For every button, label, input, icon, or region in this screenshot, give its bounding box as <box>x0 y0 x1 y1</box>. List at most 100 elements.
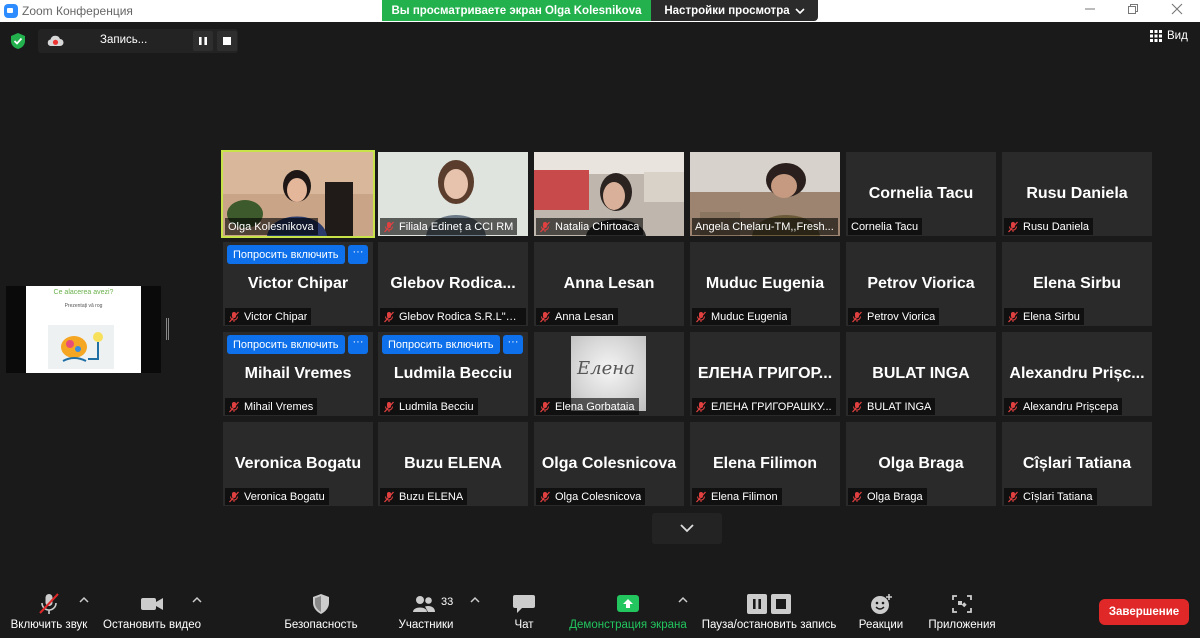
participant-tile-angela-chelaru[interactable]: Angela Chelaru-TM,,Fresh... <box>690 152 840 236</box>
chevron-down-icon <box>680 524 694 533</box>
participant-name: Muduc Eugenia <box>711 310 788 323</box>
shared-screen-thumbnail[interactable]: Ce alacerea avezi? Prezentați vă rog <box>6 286 161 373</box>
participants-icon <box>413 596 435 612</box>
chevron-down-icon <box>795 7 805 14</box>
participant-tile-veronica-bogatu[interactable]: Veronica Bogatu Veronica Bogatu <box>223 422 373 506</box>
participant-tile-elena-filimon[interactable]: Elena Filimon Elena Filimon <box>690 422 840 506</box>
participant-name-tag: Anna Lesan <box>536 308 618 325</box>
participant-name-tag: Angela Chelaru-TM,,Fresh... <box>692 218 838 235</box>
share-banner: Вы просматриваете экран Olga Kolesnikova… <box>382 0 818 21</box>
cloud-record-icon <box>47 35 64 46</box>
participant-tile-anna-lesan[interactable]: Anna Lesan Anna Lesan <box>534 242 684 326</box>
participant-tile-olga-colesnicova[interactable]: Olga Colesnicova Olga Colesnicova <box>534 422 684 506</box>
audio-options-caret-icon[interactable] <box>79 596 89 604</box>
participant-name-tag: Olga Braga <box>848 488 927 505</box>
share-screen-icon <box>617 595 639 612</box>
apps-button[interactable]: Приложения <box>922 585 1002 638</box>
more-options-button[interactable]: ··· <box>348 245 368 264</box>
muted-mic-icon <box>696 311 706 322</box>
participant-tile-petrov-viorica[interactable]: Petrov Viorica Petrov Viorica <box>846 242 996 326</box>
encryption-shield-icon[interactable] <box>10 32 26 50</box>
participant-name-tag: Olga Kolesnikova <box>225 218 318 235</box>
participant-name-tag: Elena Filimon <box>692 488 782 505</box>
restore-icon[interactable] <box>1118 1 1148 21</box>
participant-name-tag: ЕЛЕНА ГРИГОРАШКУ... <box>692 398 836 415</box>
meeting-toolbar: Включить звук Остановить видео Безопасно… <box>0 585 1200 638</box>
pause-stop-icon <box>747 594 791 614</box>
participants-count: 33 <box>441 596 454 608</box>
pause-recording-button[interactable] <box>193 31 213 51</box>
minimize-icon[interactable] <box>1075 1 1105 21</box>
participant-tile-muduc-eugenia[interactable]: Muduc Eugenia Muduc Eugenia <box>690 242 840 326</box>
participant-name-tag: Cornelia Tacu <box>848 218 923 235</box>
muted-mic-icon <box>384 221 394 232</box>
participant-name-tag: Muduc Eugenia <box>692 308 792 325</box>
muted-mic-icon <box>852 491 862 502</box>
participant-tile-elena-grigorashku[interactable]: ЕЛЕНА ГРИГОР... ЕЛЕНА ГРИГОРАШКУ... <box>690 332 840 416</box>
apps-icon <box>952 595 972 613</box>
pause-icon <box>199 37 207 45</box>
ask-to-unmute-button[interactable]: Попросить включить <box>227 335 345 354</box>
reactions-button[interactable]: Реакции <box>854 585 908 638</box>
ask-to-unmute-button[interactable]: Попросить включить <box>382 335 500 354</box>
more-options-button[interactable]: ··· <box>348 335 368 354</box>
unmute-button[interactable]: Включить звук <box>4 585 94 638</box>
participant-tile-natalia-chirtoaca[interactable]: Natalia Chirtoaca <box>534 152 684 236</box>
video-options-caret-icon[interactable] <box>192 596 202 604</box>
resize-handle[interactable] <box>166 318 169 340</box>
participant-tile-elena-gorbataia[interactable]: Елена Elena Gorbataia <box>534 332 684 416</box>
chat-button[interactable]: Чат <box>500 585 548 638</box>
participant-display-name: Elena Filimon <box>712 455 817 472</box>
participant-tile-olga-braga[interactable]: Olga Braga Olga Braga <box>846 422 996 506</box>
end-meeting-button[interactable]: Завершение <box>1099 599 1189 625</box>
security-button[interactable]: Безопасность <box>280 585 362 638</box>
muted-mic-icon <box>696 401 706 412</box>
stop-video-button[interactable]: Остановить видео <box>100 585 204 638</box>
participant-tile-glebov-rodica[interactable]: Glebov Rodica... Glebov Rodica S.R.L"NI..… <box>378 242 528 326</box>
participant-tile-victor-chipar[interactable]: Victor Chipar Попросить включить ··· Victor… <box>223 242 373 326</box>
stop-recording-button[interactable] <box>217 31 237 51</box>
participants-button[interactable]: 33 Участники <box>390 585 462 638</box>
participants-options-caret-icon[interactable] <box>470 596 480 604</box>
participant-name: Ludmila Becciu <box>399 400 474 413</box>
participant-name: Olga Colesnicova <box>555 490 642 503</box>
participant-tile-mihail-vremes[interactable]: Mihail Vremes Попросить включить ··· Mihail… <box>223 332 373 416</box>
ask-to-unmute-button[interactable]: Попросить включить <box>227 245 345 264</box>
more-options-button[interactable]: ··· <box>503 335 523 354</box>
next-page-button[interactable] <box>652 513 722 544</box>
view-button[interactable]: Вид <box>1150 30 1188 42</box>
shared-slide-subtitle: Prezentați vă rog <box>64 303 103 309</box>
participant-tile-alexandru-priscepa[interactable]: Alexandru Prișc... Alexandru Prișcepa <box>1002 332 1152 416</box>
participant-tile-filiala-edinet[interactable]: Filiala Edineț a CCI RM <box>378 152 528 236</box>
title-bar: Zoom Конференция Вы просматриваете экран… <box>0 0 1200 22</box>
participant-tile-cornelia-tacu[interactable]: Cornelia Tacu Cornelia Tacu <box>846 152 996 236</box>
muted-mic-icon <box>540 311 550 322</box>
participant-name-tag: BULAT INGA <box>848 398 936 415</box>
participant-name-tag: Veronica Bogatu <box>225 488 329 505</box>
participant-tile-ludmila-becciu[interactable]: Ludmila Becciu Попросить включить ··· Ludmi… <box>378 332 528 416</box>
muted-mic-icon <box>384 311 394 322</box>
pause-stop-recording-button[interactable]: Пауза/остановить запись <box>700 585 838 638</box>
close-icon[interactable] <box>1162 1 1192 21</box>
share-screen-button[interactable]: Демонстрация экрана <box>566 585 690 638</box>
muted-mic-icon <box>384 401 394 412</box>
view-settings-label: Настройки просмотра <box>664 4 790 17</box>
participant-display-name: Anna Lesan <box>563 275 655 292</box>
participant-tile-cislari-tatiana[interactable]: Cîșlari Tatiana Cîșlari Tatiana <box>1002 422 1152 506</box>
participant-name: Veronica Bogatu <box>244 490 325 503</box>
participant-tile-rusu-daniela[interactable]: Rusu Daniela Rusu Daniela <box>1002 152 1152 236</box>
participant-tile-buzu-elena[interactable]: Buzu ELENA Buzu ELENA <box>378 422 528 506</box>
participant-tile-olga-kolesnikova[interactable]: Olga Kolesnikova <box>221 150 375 238</box>
participant-name: Natalia Chirtoaca <box>555 220 640 233</box>
participant-tile-bulat-inga[interactable]: BULAT INGA BULAT INGA <box>846 332 996 416</box>
muted-mic-icon <box>1008 221 1018 232</box>
participant-tile-elena-sirbu[interactable]: Elena Sirbu Elena Sirbu <box>1002 242 1152 326</box>
stop-icon <box>223 37 231 45</box>
participant-name-tag: Alexandru Prișcepa <box>1004 398 1123 415</box>
participant-name: Olga Braga <box>867 490 923 503</box>
recording-label: Запись... <box>100 34 148 46</box>
view-settings-button[interactable]: Настройки просмотра <box>651 0 818 21</box>
chat-label: Чат <box>514 619 534 631</box>
apps-label: Приложения <box>928 619 996 631</box>
share-options-caret-icon[interactable] <box>678 596 688 604</box>
